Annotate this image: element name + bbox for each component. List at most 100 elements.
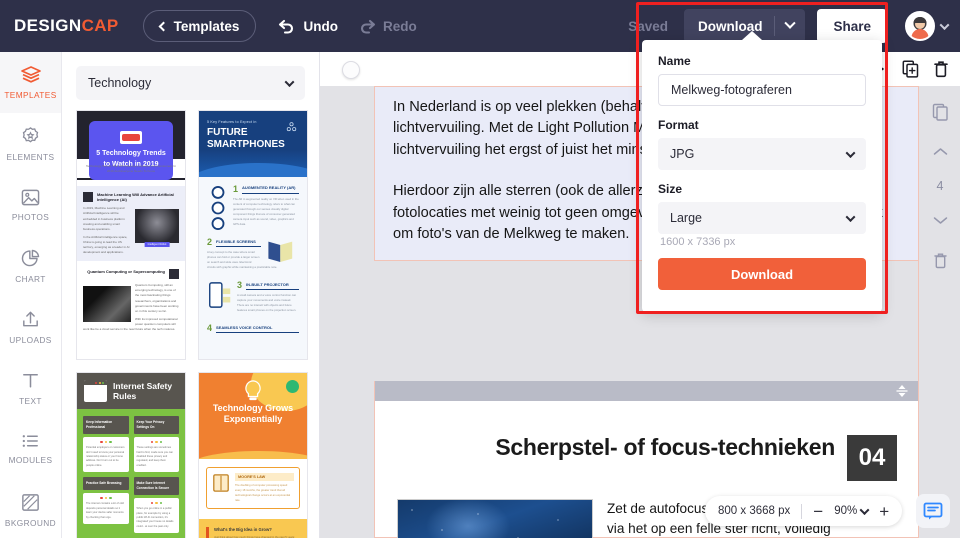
chat-support-button[interactable] bbox=[916, 494, 950, 528]
template-2-wave-front bbox=[199, 163, 307, 177]
molecule-icon bbox=[286, 122, 297, 132]
sidebar-label-bkground: BKGROUND bbox=[4, 517, 57, 528]
sidebar-item-modules[interactable]: MODULES bbox=[0, 418, 61, 479]
format-select[interactable]: JPG bbox=[658, 138, 866, 170]
chevron-left-icon bbox=[158, 21, 169, 31]
sidebar-item-uploads[interactable]: UPLOADS bbox=[0, 296, 61, 357]
template-4-badge-icon bbox=[286, 380, 299, 393]
template-2-item: 3 IN-BUILT PROJECTOR A small camera and … bbox=[207, 281, 299, 313]
format-select-value: JPG bbox=[670, 147, 695, 161]
template-2-item-label: SEAMLESS VOICE CONTROL bbox=[216, 325, 299, 334]
saved-status: Saved bbox=[628, 18, 668, 34]
template-panel: Technology 5 Technology Trends to Watch … bbox=[62, 52, 320, 538]
sidebar-item-templates[interactable]: TEMPLATES bbox=[0, 52, 61, 113]
template-3-rule-heading: Keep Information Professional bbox=[86, 420, 113, 429]
template-1-section-2-icon bbox=[169, 269, 179, 280]
template-3-rule: Keep Information Professional Potential … bbox=[83, 416, 129, 473]
chain-icon bbox=[211, 186, 225, 230]
template-card[interactable]: 5 Technology Trends to Watch in 2019 Tec… bbox=[76, 110, 186, 360]
logo-primary-text: DESIGN bbox=[14, 16, 82, 35]
avatar-hair bbox=[913, 17, 927, 23]
chat-bubble-icon bbox=[923, 502, 943, 520]
template-2-item: 2 FLEXIBLE SCREENS A key concept to the … bbox=[207, 238, 299, 270]
template-1-section-1: Machine Learning Will Advance Artificial… bbox=[77, 185, 185, 262]
duplicate-page-button[interactable] bbox=[919, 92, 960, 132]
template-card[interactable]: Internet Safety Rules Keep Information P… bbox=[76, 372, 186, 538]
zoom-level-select[interactable]: 90% bbox=[834, 504, 870, 517]
share-button[interactable]: Share bbox=[817, 9, 887, 43]
download-confirm-button[interactable]: Download bbox=[658, 258, 866, 290]
zoom-in-button[interactable]: + bbox=[879, 503, 889, 520]
move-page-up-button[interactable] bbox=[919, 132, 960, 172]
chevron-down-icon bbox=[939, 19, 950, 30]
redo-label: Redo bbox=[382, 18, 417, 34]
template-2-item-label: IN-BUILT PROJECTOR bbox=[246, 282, 299, 290]
template-1-laptop-image bbox=[83, 286, 131, 323]
template-1-logo-icon bbox=[120, 131, 142, 144]
templates-back-button[interactable]: Templates bbox=[142, 10, 257, 42]
page-separator[interactable] bbox=[374, 381, 920, 401]
badge-star-icon bbox=[22, 126, 39, 142]
template-3-rule-body: When you go online in a public place, fo… bbox=[136, 507, 174, 528]
designcap-editor: DESIGNCAP Templates Undo Redo Saved Down… bbox=[0, 0, 960, 538]
sidebar-item-text[interactable]: TEXT bbox=[0, 357, 61, 418]
projector-phone-icon bbox=[209, 282, 231, 309]
duplicate-page-icon bbox=[932, 103, 948, 121]
format-label: Format bbox=[658, 118, 699, 132]
template-2-item-number: 4 bbox=[207, 323, 213, 334]
zoom-divider bbox=[801, 503, 803, 519]
account-menu[interactable] bbox=[905, 11, 950, 41]
sidebar-label-photos: PHOTOS bbox=[11, 211, 50, 222]
template-1-hero: 5 Technology Trends to Watch in 2019 bbox=[77, 111, 185, 180]
template-2-item-number: 1 bbox=[233, 184, 239, 194]
sidebar-item-bkground[interactable]: BKGROUND bbox=[0, 479, 61, 538]
name-input[interactable]: Melkweg-fotograferen bbox=[658, 74, 866, 106]
list-icon bbox=[22, 435, 38, 447]
chevron-down-icon bbox=[784, 17, 797, 29]
template-card[interactable]: Technology Grows Exponentially MOORE'S L… bbox=[198, 372, 308, 538]
chevron-down-icon bbox=[845, 147, 856, 158]
app-logo[interactable]: DESIGNCAP bbox=[14, 16, 119, 36]
size-label: Size bbox=[658, 182, 683, 196]
template-1-robot-badge: Intelligent Robot bbox=[144, 242, 170, 248]
undo-redo-group: Undo Redo bbox=[278, 18, 417, 34]
duplicate-element-button[interactable] bbox=[902, 60, 919, 78]
redo-button[interactable]: Redo bbox=[358, 18, 417, 34]
sidebar-label-chart: CHART bbox=[15, 273, 46, 284]
zoom-level-value: 90% bbox=[834, 505, 858, 517]
template-4-card: MOORE'S LAW The doubling of computer pro… bbox=[206, 467, 300, 510]
undo-icon bbox=[279, 19, 294, 34]
template-1-section-2: Quantum Computing or Supercomputing Quan… bbox=[77, 261, 185, 339]
milky-way-photo[interactable] bbox=[397, 499, 593, 538]
background-icon bbox=[22, 493, 39, 511]
undo-button[interactable]: Undo bbox=[278, 18, 338, 34]
layers-icon bbox=[20, 66, 41, 83]
template-category-value: Technology bbox=[88, 76, 152, 90]
chevron-up-icon bbox=[933, 148, 947, 155]
template-4-card-heading: MOORE'S LAW bbox=[235, 473, 294, 481]
sidebar-label-templates: TEMPLATES bbox=[4, 90, 57, 100]
move-page-down-button[interactable] bbox=[919, 200, 960, 240]
browser-dots bbox=[95, 381, 105, 384]
template-3-rule-body: These settings are sometimes hard to fin… bbox=[136, 446, 173, 467]
canvas-section-header: Scherpstel- of focus-technieken 04 bbox=[375, 401, 919, 481]
sidebar-label-elements: ELEMENTS bbox=[6, 151, 55, 162]
template-card[interactable]: 5 Key Features to Expect in FUTURE SMART… bbox=[198, 110, 308, 360]
sidebar-item-elements[interactable]: ELEMENTS bbox=[0, 113, 61, 174]
download-dropdown-toggle[interactable] bbox=[775, 17, 805, 30]
delete-page-button[interactable] bbox=[919, 240, 960, 280]
resize-vertical-icon bbox=[896, 385, 908, 397]
template-3-hero: Internet Safety Rules bbox=[77, 373, 185, 409]
canvas-dimensions: 800 x 3668 px bbox=[718, 505, 791, 517]
size-select[interactable]: Large bbox=[658, 202, 866, 234]
delete-element-button[interactable] bbox=[933, 60, 949, 78]
selection-handle[interactable] bbox=[342, 61, 360, 79]
template-category-select[interactable]: Technology bbox=[76, 66, 305, 100]
sidebar-item-chart[interactable]: CHART bbox=[0, 235, 61, 296]
sidebar-item-photos[interactable]: PHOTOS bbox=[0, 174, 61, 235]
zoom-out-button[interactable]: − bbox=[813, 503, 823, 520]
template-3-body: Keep Information Professional Potential … bbox=[77, 409, 185, 538]
chevron-down-icon bbox=[859, 504, 870, 515]
template-3-rule: Practice Safe Browsing The internet cont… bbox=[83, 477, 129, 533]
download-panel: Name Melkweg-fotograferen Format JPG Siz… bbox=[642, 31, 882, 312]
